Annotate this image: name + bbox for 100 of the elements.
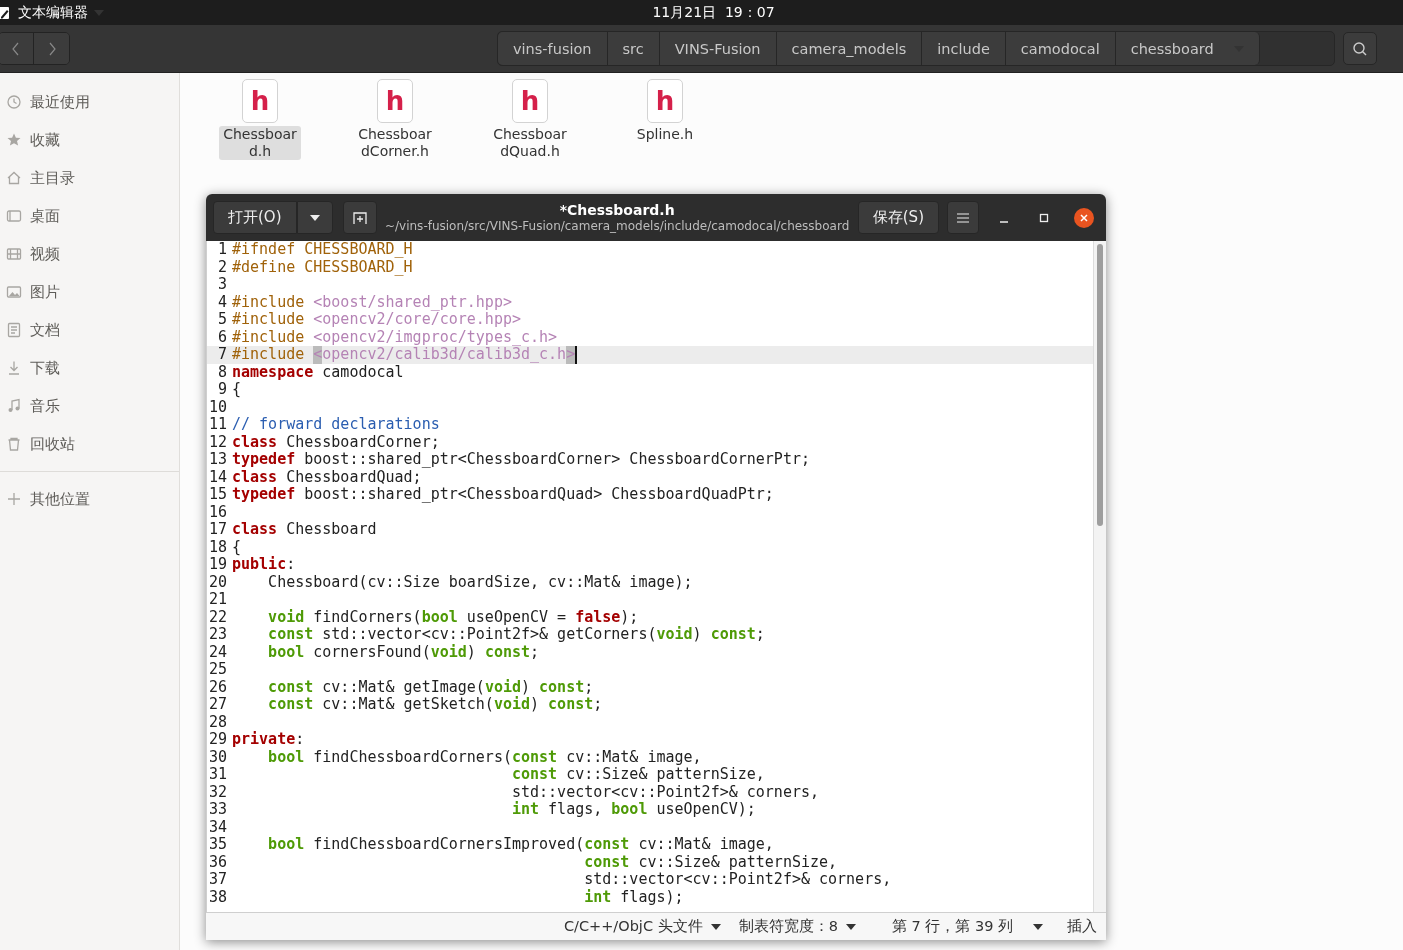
code-text: #include <opencv2/imgproc/types_c.h> — [232, 328, 558, 346]
line-number: 10 — [207, 398, 228, 416]
path-segment[interactable]: VINS-Fusion — [659, 32, 777, 65]
line-number: 4 — [216, 293, 228, 311]
line-number: 7 — [216, 346, 228, 364]
path-segment[interactable]: src — [607, 32, 660, 65]
line-number: 9 — [216, 381, 228, 399]
header-file-icon: h — [242, 79, 278, 123]
sidebar-item[interactable]: 下载 — [0, 349, 179, 387]
code-text: int flags); — [583, 888, 684, 906]
line-number: 11 — [207, 416, 228, 434]
line-number: 19 — [207, 556, 228, 574]
language-menu[interactable]: C/C++/ObjC 头文件 — [563, 917, 721, 936]
code-text: class ChessboardQuad; — [232, 468, 422, 486]
tab-width-menu[interactable]: 制表符宽度：8 — [738, 917, 856, 936]
code-text: #include <boost/shared_ptr.hpp> — [232, 293, 512, 311]
code-text: // forward declarations — [232, 416, 440, 434]
line-number: 35 — [207, 836, 228, 854]
path-segment[interactable]: camera_models — [776, 32, 923, 65]
code-text: Chessboard(cv::Size boardSize, cv::Mat& image); — [267, 573, 693, 591]
line-number: 21 — [207, 591, 228, 609]
code-text: #include <opencv2/core/core.hpp> — [232, 311, 521, 329]
line-number: 2 — [216, 258, 228, 276]
line-number: 20 — [207, 573, 228, 591]
line-number: 1 — [216, 241, 228, 259]
code-text: std::vector<cv::Point2f>& corners, — [583, 871, 892, 889]
window-title: *Chessboard.h — [559, 201, 675, 218]
line-number: 37 — [207, 871, 228, 889]
line-number: 34 — [207, 818, 228, 836]
line-number: 38 — [207, 888, 228, 906]
line-number: 30 — [207, 748, 228, 766]
insert-mode[interactable]: 插入 — [1067, 917, 1097, 936]
code-text: #include <opencv2/calib3d/calib3d_c.h> — [232, 346, 577, 364]
line-number: 31 — [207, 766, 228, 784]
file-name[interactable]: Chessboar d.h — [219, 126, 301, 160]
code-text: const cv::Mat& getSketch(void) const; — [267, 696, 603, 714]
save-button[interactable]: 保存(S) — [857, 201, 939, 234]
code-text: { — [232, 381, 242, 399]
line-number: 6 — [216, 328, 228, 346]
line-number: 3 — [216, 276, 228, 294]
code-text: bool findChessboardCorners(const cv::Mat& image, — [267, 748, 702, 766]
header-file-icon: h — [647, 79, 683, 123]
code-text: int flags, bool useOpenCV); — [510, 801, 756, 819]
sidebar-item[interactable]: 视频 — [0, 235, 179, 273]
app-menu[interactable]: 文本编辑器 — [0, 3, 104, 22]
line-number: 13 — [207, 451, 228, 469]
file-name[interactable]: Chessboar dCorner.h — [354, 126, 436, 160]
code-text: #define CHESSBOARD_H — [232, 258, 413, 276]
line-number: 23 — [207, 626, 228, 644]
sidebar-item[interactable]: 最近使用 — [0, 83, 179, 121]
line-number: 27 — [207, 696, 228, 714]
line-number: 36 — [207, 853, 228, 871]
cursor-position: 第 7 行，第 39 列 — [891, 917, 1013, 936]
path-segment[interactable]: chessboard — [1115, 32, 1260, 65]
sidebar-item[interactable]: 其他位置 — [0, 480, 179, 518]
sidebar-item[interactable]: 回收站 — [0, 425, 179, 463]
code-text: class ChessboardCorner; — [232, 433, 440, 451]
line-number: 24 — [207, 643, 228, 661]
line-number: 22 — [207, 608, 228, 626]
code-text: void findCorners(bool useOpenCV = false); — [267, 608, 639, 626]
code-text: class Chessboard — [232, 521, 377, 539]
code-text: typedef boost::shared_ptr<ChessboardQuad> ChessboardQuadPtr; — [232, 486, 774, 504]
line-number: 8 — [216, 363, 228, 381]
code-text: bool findChessboardCornersImproved(const cv::Mat& image, — [267, 836, 774, 854]
code-text: const std::vector<cv::Point2f>& getCorners(void) const; — [267, 626, 765, 644]
path-segment[interactable]: include — [922, 32, 1006, 65]
header-file-icon: h — [512, 79, 548, 123]
code-text: namespace camodocal — [232, 363, 404, 381]
code-text: const cv::Size& patternSize, — [583, 853, 838, 871]
line-number: 25 — [207, 661, 228, 679]
line-number: 26 — [207, 678, 228, 696]
path-segment[interactable]: vins-fusion — [498, 32, 608, 65]
code-text: typedef boost::shared_ptr<ChessboardCorner> ChessboardCornerPtr; — [232, 451, 810, 469]
code-text: const cv::Size& patternSize, — [510, 766, 765, 784]
sidebar-item[interactable]: 主目录 — [0, 159, 179, 197]
code-text: #ifndef CHESSBOARD_H — [232, 241, 413, 259]
line-number: 14 — [207, 468, 228, 486]
sidebar-item[interactable]: 图片 — [0, 273, 179, 311]
line-number: 15 — [207, 486, 228, 504]
line-number: 18 — [207, 538, 228, 556]
file-name[interactable]: Chessboar dQuad.h — [489, 126, 571, 160]
sidebar-item[interactable]: 桌面 — [0, 197, 179, 235]
code-text: private: — [232, 731, 305, 749]
line-number: 17 — [207, 521, 228, 539]
code-text: const cv::Mat& getImage(void) const; — [267, 678, 594, 696]
clock[interactable]: 11月21日 19：07 — [652, 3, 775, 22]
line-number: 29 — [207, 731, 228, 749]
code-text: std::vector<cv::Point2f>& corners, — [510, 783, 819, 801]
sidebar-item[interactable]: 音乐 — [0, 387, 179, 425]
open-button[interactable]: 打开(O) — [213, 201, 297, 234]
header-file-icon: h — [377, 79, 413, 123]
path-segment[interactable]: camodocal — [1005, 32, 1116, 65]
sidebar-item[interactable]: 文档 — [0, 311, 179, 349]
line-number: 12 — [207, 433, 228, 451]
line-number: 28 — [207, 713, 228, 731]
line-number: 32 — [207, 783, 228, 801]
sidebar-item[interactable]: 收藏 — [0, 121, 179, 159]
file-name[interactable]: Spline.h — [632, 126, 698, 143]
code-text: public: — [232, 556, 296, 574]
line-number: 16 — [207, 503, 228, 521]
